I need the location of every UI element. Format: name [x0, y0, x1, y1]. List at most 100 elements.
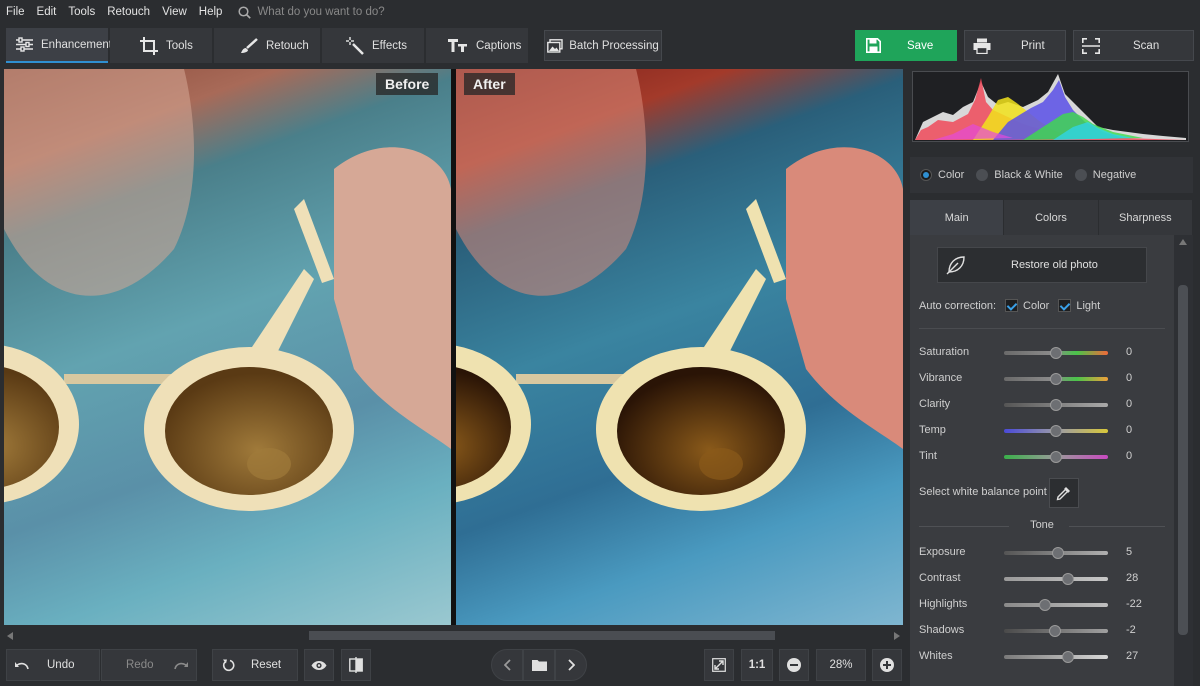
scrollbar-thumb[interactable]	[1178, 285, 1188, 635]
actual-size-button[interactable]: 1:1	[741, 649, 773, 681]
scan-button[interactable]: Scan	[1073, 30, 1194, 61]
slider-knob[interactable]	[1050, 399, 1062, 411]
slider-track[interactable]	[1004, 373, 1108, 385]
color-mode-selector: Color Black & White Negative	[910, 157, 1193, 193]
highlights-slider[interactable]: Highlights -22	[919, 598, 1174, 612]
menu-view[interactable]: View	[156, 6, 193, 18]
main-settings-panel: Restore old photo Auto correction: Color…	[910, 235, 1174, 686]
radio-negative[interactable]: Negative	[1074, 169, 1136, 181]
ratio-label: 1:1	[748, 659, 766, 671]
shadows-slider[interactable]: Shadows -2	[919, 624, 1174, 638]
slider-knob[interactable]	[1062, 573, 1075, 585]
menu-tools[interactable]: Tools	[62, 6, 101, 18]
before-photo[interactable]: Before	[4, 69, 454, 625]
batch-processing-button[interactable]: Batch Processing	[544, 30, 662, 61]
slider-knob[interactable]	[1050, 425, 1062, 437]
print-label: Print	[1021, 39, 1045, 52]
menu-edit[interactable]: Edit	[31, 6, 63, 18]
tab-effects[interactable]: Effects	[322, 28, 424, 63]
subtab-main[interactable]: Main	[910, 200, 1004, 235]
saturation-slider[interactable]: Saturation 0	[919, 346, 1174, 360]
radio-label: Black & White	[994, 169, 1063, 181]
menu-file[interactable]: File	[0, 6, 31, 18]
white-balance-label: Select white balance point	[919, 486, 1047, 498]
previous-photo-button[interactable]	[491, 649, 523, 681]
slider-name: Clarity	[919, 398, 951, 410]
slider-knob[interactable]	[1052, 547, 1065, 559]
radio-label: Color	[938, 169, 965, 181]
whites-slider[interactable]: Whites 27	[919, 650, 1174, 664]
zoom-level-field[interactable]: 28%	[816, 649, 866, 681]
slider-track[interactable]	[1004, 625, 1108, 637]
scroll-up-icon[interactable]	[1179, 239, 1187, 245]
folder-icon	[531, 659, 547, 671]
menu-retouch[interactable]: Retouch	[101, 6, 156, 18]
open-folder-button[interactable]	[523, 649, 555, 681]
white-balance-picker-button[interactable]	[1049, 478, 1079, 508]
slider-track[interactable]	[1004, 547, 1108, 559]
eye-icon	[311, 660, 327, 671]
scroll-right-icon[interactable]	[894, 632, 900, 640]
horizontal-scrollbar[interactable]	[4, 629, 903, 642]
slider-name: Vibrance	[919, 372, 963, 384]
batch-label: Batch Processing	[569, 39, 659, 52]
radio-black-white[interactable]: Black & White	[976, 169, 1063, 181]
auto-color-checkbox[interactable]: Color	[1005, 299, 1049, 312]
slider-knob[interactable]	[1050, 451, 1062, 463]
tab-captions[interactable]: Captions	[426, 28, 528, 63]
slider-track[interactable]	[1004, 599, 1108, 611]
scan-icon	[1082, 37, 1100, 54]
slider-name: Tint	[919, 450, 937, 462]
undo-button[interactable]: Undo	[6, 649, 100, 681]
clarity-slider[interactable]: Clarity 0	[919, 398, 1174, 412]
slider-track[interactable]	[1004, 451, 1108, 463]
tab-retouch[interactable]: Retouch	[214, 28, 320, 63]
subtab-sharpness[interactable]: Sharpness	[1098, 200, 1192, 235]
slider-knob[interactable]	[1038, 599, 1051, 611]
main-menu: File Edit Tools Retouch View Help	[0, 6, 228, 18]
contrast-slider[interactable]: Contrast 28	[919, 572, 1174, 586]
radio-color[interactable]: Color	[920, 169, 964, 181]
slider-name: Saturation	[919, 346, 970, 358]
search-box[interactable]: What do you want to do?	[238, 5, 385, 19]
tab-tools[interactable]: Tools	[110, 28, 212, 63]
menu-help[interactable]: Help	[193, 6, 229, 18]
slider-track[interactable]	[1004, 651, 1108, 663]
auto-light-checkbox[interactable]: Light	[1058, 299, 1100, 312]
tone-label: Tone	[1030, 519, 1054, 531]
compare-button[interactable]	[341, 649, 371, 681]
redo-button[interactable]: Redo	[101, 649, 197, 681]
slider-track[interactable]	[1004, 425, 1108, 437]
zoom-in-button[interactable]	[872, 649, 902, 681]
fit-to-screen-button[interactable]	[704, 649, 734, 681]
reset-button[interactable]: Reset	[212, 649, 298, 681]
preview-canvas[interactable]: Before After	[4, 69, 903, 625]
zoom-out-button[interactable]	[779, 649, 809, 681]
search-placeholder[interactable]: What do you want to do?	[257, 6, 384, 18]
tab-enhancement[interactable]: Enhancement	[6, 28, 112, 63]
slider-track[interactable]	[1004, 399, 1108, 411]
subtab-colors[interactable]: Colors	[1004, 200, 1098, 235]
next-photo-button[interactable]	[555, 649, 587, 681]
divider	[919, 328, 1165, 329]
scrollbar-thumb[interactable]	[309, 631, 775, 640]
slider-track[interactable]	[1004, 347, 1108, 359]
slider-knob[interactable]	[1062, 651, 1075, 663]
print-button[interactable]: Print	[964, 30, 1066, 61]
slider-knob[interactable]	[1048, 625, 1061, 637]
restore-old-photo-button[interactable]: Restore old photo	[937, 247, 1147, 283]
settings-tabs: Main Colors Sharpness	[910, 200, 1193, 235]
vibrance-slider[interactable]: Vibrance 0	[919, 372, 1174, 386]
slider-knob[interactable]	[1050, 347, 1062, 359]
scroll-left-icon[interactable]	[7, 632, 13, 640]
slider-knob[interactable]	[1050, 373, 1062, 385]
preview-toggle-button[interactable]	[304, 649, 334, 681]
slider-value: 0	[1126, 424, 1133, 436]
settings-scrollbar[interactable]	[1174, 235, 1193, 686]
exposure-slider[interactable]: Exposure 5	[919, 546, 1174, 560]
temp-slider[interactable]: Temp 0	[919, 424, 1174, 438]
tint-slider[interactable]: Tint 0	[919, 450, 1174, 464]
slider-track[interactable]	[1004, 573, 1108, 585]
save-button[interactable]: Save	[855, 30, 957, 61]
after-photo[interactable]: After	[456, 69, 903, 625]
